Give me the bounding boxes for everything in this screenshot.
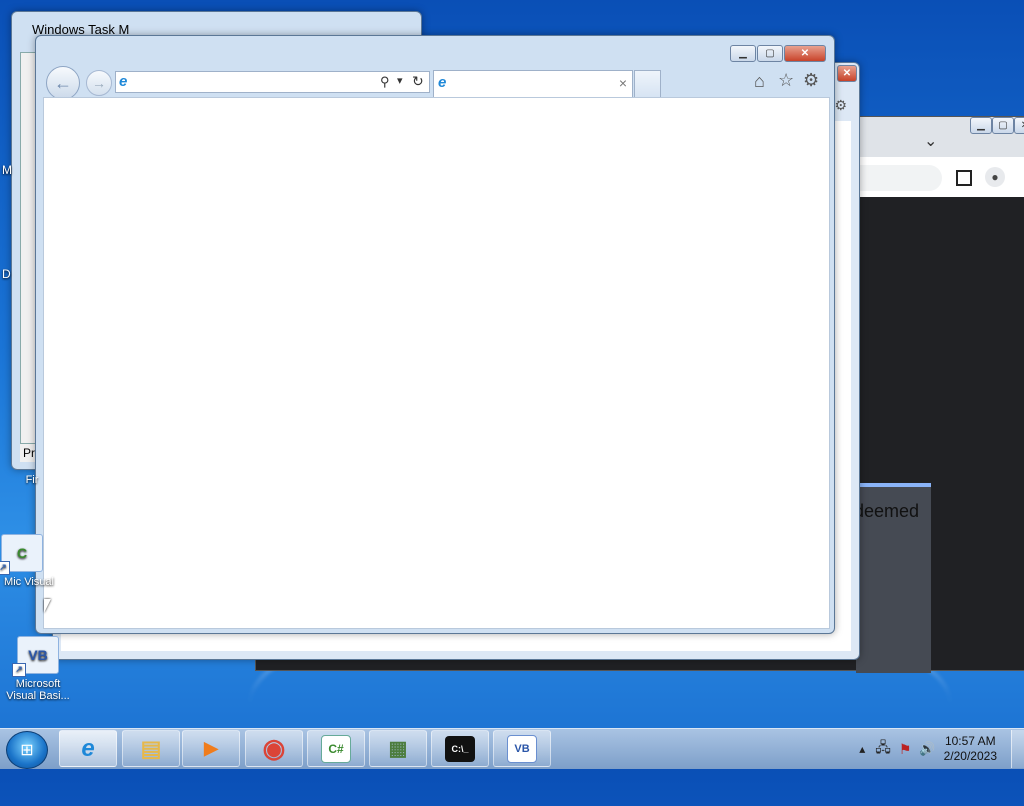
shortcut-arrow-icon: ↗ (0, 561, 10, 575)
search-icon[interactable]: ⚲ (380, 74, 390, 90)
desktop-icon-label: Fir (25, 474, 39, 486)
taskbar-command-prompt[interactable]: C:\_ (431, 730, 489, 767)
internet-explorer-window[interactable]: ▁ ▢ ✕ ← → e ⚲ ▾ ↻ e × ⌂ ☆ ⚙ (35, 35, 835, 634)
desktop-icon-visual-csharp[interactable]: C ↗ Mic Visual (0, 534, 60, 588)
page-text: deemed (854, 501, 920, 521)
clock-time: 10:57 AM (944, 734, 996, 748)
chrome-close-button[interactable]: ✕ (1014, 117, 1024, 134)
taskbar-chrome[interactable]: ◉ (245, 730, 303, 767)
tab-close-icon[interactable]: × (619, 75, 627, 91)
desktop-label-d: D (2, 267, 11, 281)
forward-button[interactable]: → (86, 70, 112, 96)
minimize-button[interactable]: ▁ (730, 45, 756, 62)
back-button[interactable]: ← (46, 66, 80, 100)
taskbar-task-manager[interactable]: ▦ (369, 730, 427, 767)
close-button[interactable]: ✕ (784, 45, 826, 62)
taskbar-file-explorer[interactable]: ▤ (122, 730, 180, 767)
show-desktop-button[interactable] (1011, 730, 1024, 768)
maximize-button[interactable]: ▢ (757, 45, 783, 62)
visual-csharp-icon: C# (321, 734, 351, 763)
mouse-cursor-icon (44, 599, 51, 613)
taskbar-visual-csharp[interactable]: C# (307, 730, 365, 767)
system-tray: ▴ 🖧 ⚑ 🔊 10:57 AM 2/20/2023 (859, 729, 1024, 769)
desktop-icon-visual-basic[interactable]: VB ↗ Microsoft Visual Basi... (0, 636, 76, 702)
desktop-icon-label: Microsoft Visual Basi... (6, 678, 70, 702)
taskbar-visual-basic[interactable]: VB (493, 730, 551, 767)
visual-basic-icon: VB ↗ (12, 636, 59, 677)
shortcut-arrow-icon: ↗ (12, 663, 26, 677)
ie-page-icon: e (119, 73, 128, 90)
home-icon[interactable]: ⌂ (754, 71, 765, 92)
back-arrow-icon: ← (54, 72, 72, 93)
browser-tab[interactable]: e × (433, 70, 633, 97)
desktop-icon-firefox[interactable]: Fir (0, 474, 70, 486)
start-button[interactable]: ⊞ (6, 731, 48, 769)
favorites-icon[interactable]: ☆ (778, 70, 794, 91)
task-manager-icon: ▦ (388, 738, 408, 760)
chrome-minimize-button[interactable]: ▁ (970, 117, 992, 134)
chrome-tab-chevron[interactable]: ⌄ (924, 131, 937, 151)
chrome-icon: ◉ (262, 733, 286, 763)
profile-avatar-icon[interactable]: ● (985, 167, 1005, 187)
command-prompt-icon: C:\_ (445, 735, 475, 762)
taskbar-media-player[interactable]: ▶ (182, 730, 240, 767)
tab-ie-icon: e (438, 74, 447, 91)
visual-csharp-icon: C ↗ (0, 534, 43, 575)
dropdown-icon[interactable]: ▾ (397, 74, 403, 87)
refresh-icon[interactable]: ↻ (412, 73, 424, 90)
folder-icon: ▤ (140, 735, 162, 761)
forward-arrow-icon: → (92, 75, 106, 91)
desktop-icon-label: Mic Visual (4, 576, 54, 588)
page-content[interactable] (43, 97, 830, 629)
clock-date: 2/20/2023 (943, 749, 997, 763)
media-player-icon: ▶ (204, 738, 218, 758)
visual-basic-icon: VB (507, 734, 537, 763)
clock[interactable]: 10:57 AM 2/20/2023 (944, 734, 997, 764)
show-hidden-icons-icon[interactable]: ▴ (859, 742, 865, 756)
taskbar: ⊞ e ▤ ▶ ◉ C# ▦ C:\_ VB ▴ 🖧 ⚑ 🔊 10:57 AM … (0, 728, 1024, 769)
ie-behind-close-button[interactable]: ✕ (837, 65, 857, 82)
taskbar-internet-explorer[interactable]: e (59, 730, 117, 767)
network-icon[interactable]: 🖧 (875, 737, 891, 761)
chrome-page-panel: deemed (854, 483, 931, 673)
tools-icon[interactable]: ⚙ (803, 70, 819, 91)
address-bar[interactable]: e ⚲ ▾ ↻ (115, 71, 430, 93)
ie-behind-tools-icon[interactable]: ⚙ (834, 97, 847, 114)
sidebar-icon[interactable] (956, 170, 972, 186)
internet-explorer-icon: e (81, 734, 95, 762)
new-tab-button[interactable] (634, 70, 661, 97)
address-input[interactable] (138, 74, 372, 92)
action-center-flag-icon[interactable]: ⚑ (899, 741, 912, 758)
chrome-maximize-button[interactable]: ▢ (992, 117, 1014, 134)
volume-icon[interactable]: 🔊 (919, 741, 935, 757)
windows-logo-icon: ⊞ (20, 742, 34, 759)
desktop-label-m: M (2, 163, 12, 177)
